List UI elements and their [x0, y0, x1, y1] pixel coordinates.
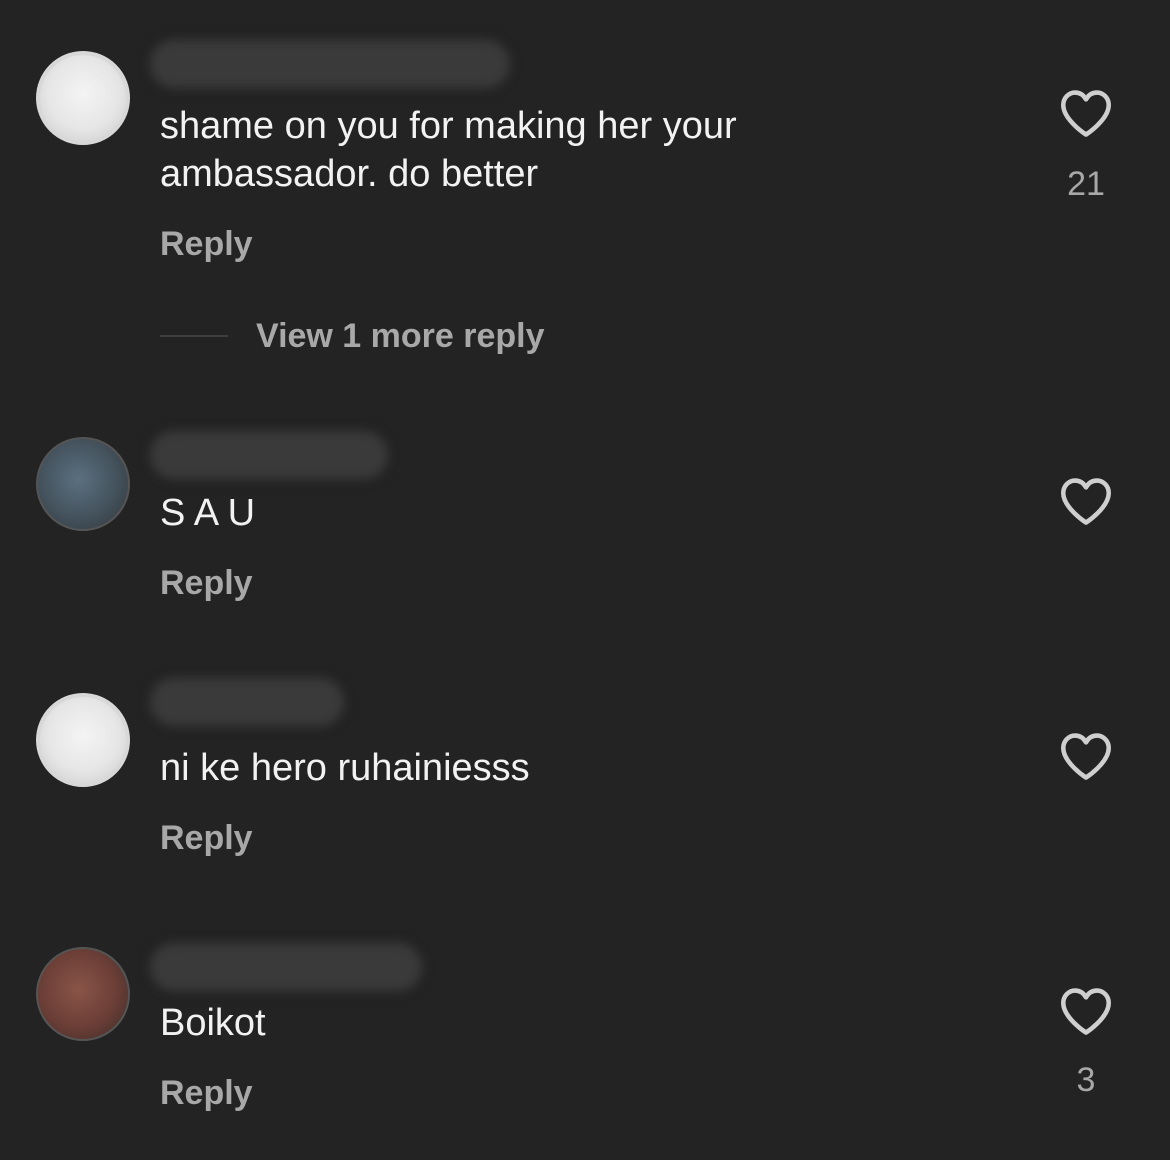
reply-thread-line: [160, 335, 228, 337]
heart-icon[interactable]: [1058, 986, 1114, 1036]
reply-button[interactable]: Reply: [160, 818, 253, 858]
heart-icon[interactable]: [1058, 88, 1114, 138]
view-more-replies-label: View 1 more reply: [256, 316, 545, 355]
username-blurred: [150, 678, 344, 726]
username-blurred: [150, 40, 510, 88]
reply-button[interactable]: Reply: [160, 563, 253, 603]
avatar[interactable]: [36, 693, 130, 787]
comment-text: ni ke hero ruhainiesss: [160, 747, 530, 789]
reply-button[interactable]: Reply: [160, 224, 253, 264]
avatar[interactable]: [36, 947, 130, 1041]
like-count: 3: [1076, 1061, 1096, 1099]
comment-text: S A U: [160, 492, 256, 534]
avatar[interactable]: [36, 437, 130, 531]
comment-text: shame on you for making her your ambassa…: [160, 105, 737, 195]
username-blurred: [150, 943, 422, 991]
username-blurred: [150, 431, 388, 479]
heart-icon[interactable]: [1058, 731, 1114, 781]
reply-button[interactable]: Reply: [160, 1073, 253, 1113]
view-more-replies-button[interactable]: View 1 more reply: [160, 314, 545, 358]
heart-icon[interactable]: [1058, 476, 1114, 526]
avatar[interactable]: [36, 51, 130, 145]
like-count: 21: [1067, 165, 1105, 203]
comment-text: Boikot: [160, 1002, 266, 1044]
